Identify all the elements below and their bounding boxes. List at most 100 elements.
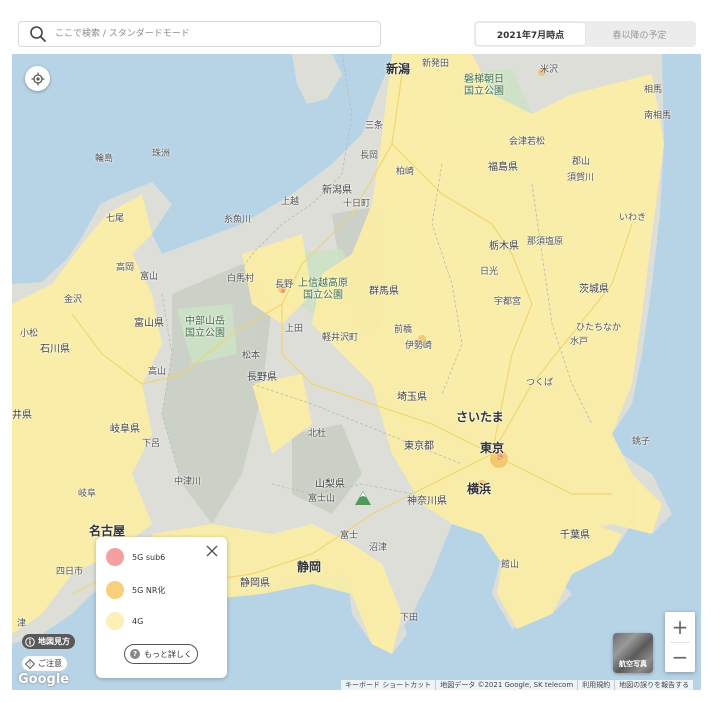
place-label: 上田 <box>285 324 304 334</box>
place-label: 南相馬 <box>644 111 672 121</box>
place-label: 上信越高原 国立公園 <box>298 278 348 301</box>
place-label: 神奈川県 <box>407 496 447 507</box>
place-label: 珠洲 <box>152 149 171 159</box>
more-details-button[interactable]: ? もっと詳しく <box>124 644 198 664</box>
place-label: 松本 <box>242 351 261 361</box>
map-attribution: キーボード ショートカット 地図データ ©2021 Google, SK tel… <box>341 680 694 690</box>
tab-current[interactable]: 2021年7月時点 <box>476 23 585 45</box>
legend-panel: 5G sub6 5G NR化 4G ? もっと詳しく <box>96 537 227 678</box>
map-legend-button[interactable]: i 地図見方 <box>22 634 75 649</box>
place-label: 新潟 <box>386 62 411 76</box>
place-label: 山梨県 <box>315 479 345 490</box>
keyboard-shortcuts-link[interactable]: キーボード ショートカット <box>341 680 435 690</box>
place-label: 長野県 <box>247 372 277 383</box>
zoom-divider <box>670 642 690 643</box>
place-label: 七尾 <box>106 214 125 224</box>
place-label: 横浜 <box>467 482 492 496</box>
place-label: 茨城県 <box>579 284 609 295</box>
place-label: 埼玉県 <box>397 392 427 403</box>
crosshair-icon <box>31 72 44 85</box>
place-label: 高岡 <box>116 263 135 273</box>
notice-label: ご注意 <box>38 659 62 668</box>
locate-button[interactable] <box>25 66 50 91</box>
terms-link[interactable]: 利用規約 <box>577 680 614 690</box>
legend-item-5g-nr: 5G NR化 <box>106 581 165 599</box>
zoom-controls: + − <box>665 612 695 672</box>
place-label: 十日町 <box>343 199 371 209</box>
place-label: 白馬村 <box>227 274 255 284</box>
place-label: 富士山 <box>308 494 336 504</box>
legend-item-4g: 4G <box>106 612 143 630</box>
more-details-label: もっと詳しく <box>144 649 192 659</box>
place-label: 那須塩原 <box>527 237 564 247</box>
zoom-out-button[interactable]: − <box>665 642 695 672</box>
place-label: 長野 <box>275 280 294 290</box>
place-label: 東京都 <box>404 441 434 452</box>
land-sado <box>292 54 342 104</box>
place-label: 軽井沢町 <box>322 333 359 343</box>
place-label: 富山県 <box>134 318 164 329</box>
aerial-label: 航空写真 <box>619 660 647 668</box>
place-label: ひたちなか <box>576 323 622 333</box>
place-label: つくば <box>526 378 554 388</box>
aerial-photo-button[interactable]: 航空写真 <box>613 633 653 673</box>
legend-swatch <box>106 612 124 630</box>
place-label: 高山 <box>148 367 167 377</box>
legend-label: 5G sub6 <box>132 552 166 562</box>
warning-glyph: ! <box>29 661 31 668</box>
place-label: 静岡県 <box>240 578 270 589</box>
place-label: 津 <box>17 619 27 629</box>
place-label: 上越 <box>281 197 300 207</box>
place-label: 中部山岳 国立公園 <box>185 316 225 339</box>
legend-label: 4G <box>132 616 144 626</box>
legend-label: 5G NR化 <box>132 585 166 595</box>
place-label: 富士 <box>340 531 359 541</box>
search-input[interactable] <box>53 28 377 40</box>
search-icon <box>30 26 46 42</box>
notice-button[interactable]: ! ご注意 <box>22 656 67 671</box>
place-label: 糸魚川 <box>224 215 252 225</box>
place-label: 三条 <box>365 121 384 131</box>
report-error-link[interactable]: 地図の誤りを報告する <box>614 680 693 690</box>
place-label: 静岡 <box>297 560 322 574</box>
place-label: 柏崎 <box>396 167 415 177</box>
place-label: 沼津 <box>369 543 388 553</box>
place-label: 北杜 <box>308 429 327 439</box>
place-label: 会津若松 <box>509 137 546 147</box>
google-logo: Google <box>18 672 70 687</box>
place-label: 下呂 <box>142 439 161 449</box>
place-label: 岐阜 <box>78 489 97 499</box>
place-label: 東京 <box>480 441 505 455</box>
place-label: 磐梯朝日 国立公園 <box>464 74 504 97</box>
place-label: 郡山 <box>572 157 591 167</box>
place-label: 岐阜県 <box>110 424 140 435</box>
place-label: 宇都宮 <box>494 297 522 307</box>
place-label: 四日市 <box>56 567 84 577</box>
place-label: 福島県 <box>488 162 518 173</box>
help-icon: ? <box>130 649 140 659</box>
place-label: さいたま <box>456 410 504 424</box>
place-label: 富山 <box>140 272 159 282</box>
legend-swatch <box>106 581 124 599</box>
place-label: 群馬県 <box>369 286 399 297</box>
place-label: 須賀川 <box>567 173 595 183</box>
search-bar[interactable] <box>18 21 381 47</box>
legend-item-5g-sub6: 5G sub6 <box>106 548 165 566</box>
place-label: 相馬 <box>644 85 663 95</box>
place-label: 千葉県 <box>560 530 590 541</box>
warning-icon: ! <box>25 658 35 669</box>
close-icon[interactable] <box>206 545 218 557</box>
place-label: 下田 <box>400 613 419 623</box>
place-label: 小松 <box>20 329 39 339</box>
legend-swatch <box>106 548 124 566</box>
place-label: 中津川 <box>174 477 202 487</box>
zoom-in-button[interactable]: + <box>665 612 695 642</box>
place-label: 井県 <box>12 410 32 421</box>
place-label: 石川県 <box>40 344 70 355</box>
place-label: いわき <box>619 213 647 223</box>
info-icon: i <box>25 636 35 647</box>
period-toggle: 2021年7月時点 春以降の予定 <box>474 21 696 47</box>
place-label: 伊勢崎 <box>405 341 433 351</box>
tab-future[interactable]: 春以降の予定 <box>585 23 694 45</box>
place-label: 前橋 <box>394 325 413 335</box>
